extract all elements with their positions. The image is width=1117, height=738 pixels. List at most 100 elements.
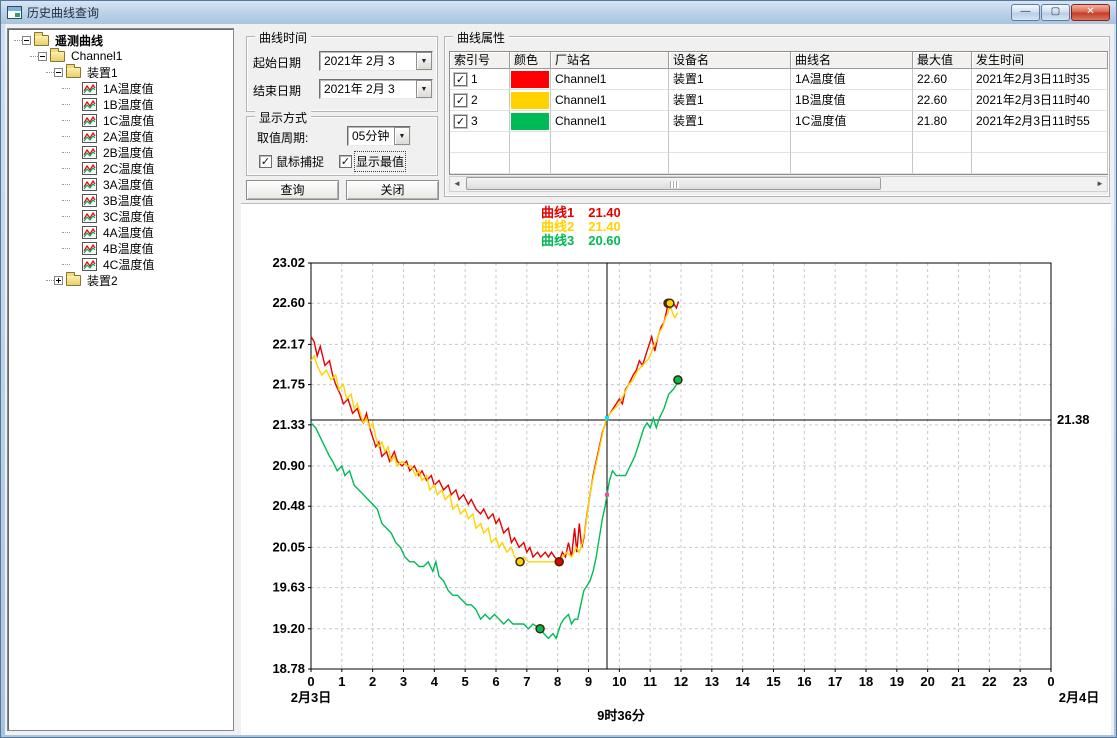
- crosshair-value-label: 21.38: [1057, 412, 1090, 427]
- tree-item-label: 4C温度值: [101, 256, 156, 273]
- tree-connector: [62, 104, 70, 105]
- tree-item-4B温度值[interactable]: 4B温度值: [8, 240, 233, 256]
- tree-item-3B温度值[interactable]: 3B温度值: [8, 192, 233, 208]
- row-station-cell: Channel1: [551, 69, 669, 90]
- start-date-select[interactable]: 2021年 2月 3 ▼: [319, 51, 433, 71]
- table-header-cell[interactable]: 颜色: [510, 52, 551, 69]
- curve-props-group-title: 曲线属性: [453, 29, 509, 46]
- row-index-cell[interactable]: ✓2: [450, 90, 510, 111]
- row-curve-cell: 1B温度值: [791, 90, 913, 111]
- tree-item-2A温度值[interactable]: 2A温度值: [8, 128, 233, 144]
- checkbox-check-icon[interactable]: ✓: [259, 155, 272, 168]
- legend-value: 20.60: [588, 234, 621, 248]
- min-marker: [536, 625, 544, 633]
- tree-item-Channel1[interactable]: Channel1: [8, 48, 233, 64]
- x-axis-label: 16: [797, 674, 811, 689]
- end-date-select[interactable]: 2021年 2月 3 ▼: [319, 79, 433, 99]
- tree-expand-toggle[interactable]: [22, 36, 31, 45]
- curve-icon: [82, 242, 97, 255]
- x-axis-label: 22: [982, 674, 996, 689]
- tree-item-1A温度值[interactable]: 1A温度值: [8, 80, 233, 96]
- row-checkbox[interactable]: ✓: [454, 73, 467, 86]
- tree-connector: [14, 40, 22, 41]
- scrollbar-thumb[interactable]: [466, 177, 881, 190]
- tree-item-2C温度值[interactable]: 2C温度值: [8, 160, 233, 176]
- client-area: 遥测曲线Channel1装置11A温度值1B温度值1C温度值2A温度值2B温度值…: [5, 24, 1114, 735]
- tree-expand-toggle[interactable]: [54, 276, 63, 285]
- close-button[interactable]: ✕: [1071, 4, 1110, 21]
- minimize-button[interactable]: —: [1011, 4, 1040, 21]
- curve-icon: [82, 178, 97, 191]
- y-axis-label: 22.60: [272, 295, 305, 310]
- scroll-left-icon[interactable]: ◄: [450, 177, 464, 191]
- x-axis-label: 3: [400, 674, 407, 689]
- table-header-cell[interactable]: 曲线名: [791, 52, 913, 69]
- scroll-right-icon[interactable]: ►: [1093, 177, 1107, 191]
- title-bar[interactable]: 历史曲线查询 — ▢ ✕: [1, 1, 1116, 24]
- mouse-capture-label: 鼠标捕捉: [276, 153, 324, 170]
- tree-item-4C温度值[interactable]: 4C温度值: [8, 256, 233, 272]
- row-index-cell[interactable]: ✓1: [450, 69, 510, 90]
- row-checkbox[interactable]: ✓: [454, 94, 467, 107]
- query-button[interactable]: 查询: [246, 180, 339, 200]
- tree-item-label: 3C温度值: [101, 208, 156, 225]
- checkbox-check-icon[interactable]: ✓: [339, 155, 352, 168]
- tree-item-4A温度值[interactable]: 4A温度值: [8, 224, 233, 240]
- scrollbar-track[interactable]: [464, 177, 1093, 191]
- row-max-cell: 22.60: [913, 90, 972, 111]
- empty-cell: [669, 153, 791, 174]
- folder-icon: [66, 67, 81, 78]
- period-select[interactable]: 05分钟 ▼: [347, 126, 411, 146]
- curve-color-swatch: [511, 92, 549, 109]
- tree-item-label: 2C温度值: [101, 160, 156, 177]
- min-marker: [516, 558, 524, 566]
- telemetry-curve-tree[interactable]: 遥测曲线Channel1装置11A温度值1B温度值1C温度值2A温度值2B温度值…: [7, 28, 234, 731]
- tree-item-装置2[interactable]: 装置2: [8, 272, 233, 288]
- table-hscrollbar[interactable]: ◄ ►: [449, 176, 1108, 192]
- curve-props-table[interactable]: 索引号颜色厂站名设备名曲线名最大值发生时间✓1Channel1装置11A温度值2…: [449, 51, 1108, 175]
- tree-expand-toggle[interactable]: [54, 68, 63, 77]
- table-header-cell[interactable]: 索引号: [450, 52, 510, 69]
- tree-item-1B温度值[interactable]: 1B温度值: [8, 96, 233, 112]
- tree-item-装置1[interactable]: 装置1: [8, 64, 233, 80]
- history-curve-chart[interactable]: 23.0222.6022.1721.7521.3320.9020.4820.05…: [241, 204, 1111, 735]
- chevron-down-icon[interactable]: ▼: [394, 127, 410, 145]
- series-曲线2: [311, 303, 678, 562]
- row-device-cell: 装置1: [669, 90, 791, 111]
- curve-icon: [82, 114, 97, 127]
- mouse-capture-checkbox[interactable]: ✓ 鼠标捕捉: [259, 153, 324, 170]
- chevron-down-icon[interactable]: ▼: [416, 80, 432, 98]
- y-axis-label: 23.02: [272, 255, 305, 270]
- show-extremes-checkbox[interactable]: ✓ 显示最值: [339, 153, 404, 170]
- tree-connector: [62, 248, 70, 249]
- chevron-down-icon[interactable]: ▼: [416, 52, 432, 70]
- tree-item-3C温度值[interactable]: 3C温度值: [8, 208, 233, 224]
- table-header-cell[interactable]: 厂站名: [551, 52, 669, 69]
- period-label: 取值周期:: [257, 129, 308, 146]
- maximize-button[interactable]: ▢: [1041, 4, 1070, 21]
- row-checkbox[interactable]: ✓: [454, 115, 467, 128]
- legend-value: 21.40: [588, 220, 621, 234]
- table-header-cell[interactable]: 设备名: [669, 52, 791, 69]
- curve-time-group: 曲线时间 起始日期 2021年 2月 3 ▼ 结束日期 2021年 2月 3 ▼: [246, 36, 438, 112]
- tree-expand-toggle[interactable]: [38, 52, 47, 61]
- tree-item-3A温度值[interactable]: 3A温度值: [8, 176, 233, 192]
- table-header-cell[interactable]: 发生时间: [972, 52, 1108, 69]
- y-axis-label: 20.90: [272, 458, 305, 473]
- table-header-cell[interactable]: 最大值: [913, 52, 972, 69]
- display-mode-group: 显示方式 取值周期: 05分钟 ▼ ✓ 鼠标捕捉 ✓ 显示最值: [246, 116, 438, 176]
- curve-icon: [82, 98, 97, 111]
- tree-item-1C温度值[interactable]: 1C温度值: [8, 112, 233, 128]
- x-axis-label: 23: [1013, 674, 1027, 689]
- date-label-left: 2月3日: [291, 690, 331, 705]
- folder-icon: [66, 275, 81, 286]
- tree-item-遥测曲线[interactable]: 遥测曲线: [8, 32, 233, 48]
- tree-item-2B温度值[interactable]: 2B温度值: [8, 144, 233, 160]
- close-dialog-button[interactable]: 关闭: [346, 180, 439, 200]
- row-max-cell: 21.80: [913, 111, 972, 132]
- row-curve-cell: 1C温度值: [791, 111, 913, 132]
- capture-marker: [605, 493, 609, 497]
- row-index-cell[interactable]: ✓3: [450, 111, 510, 132]
- scrollbar-grip-icon: [670, 181, 679, 188]
- start-date-label: 起始日期: [253, 54, 301, 71]
